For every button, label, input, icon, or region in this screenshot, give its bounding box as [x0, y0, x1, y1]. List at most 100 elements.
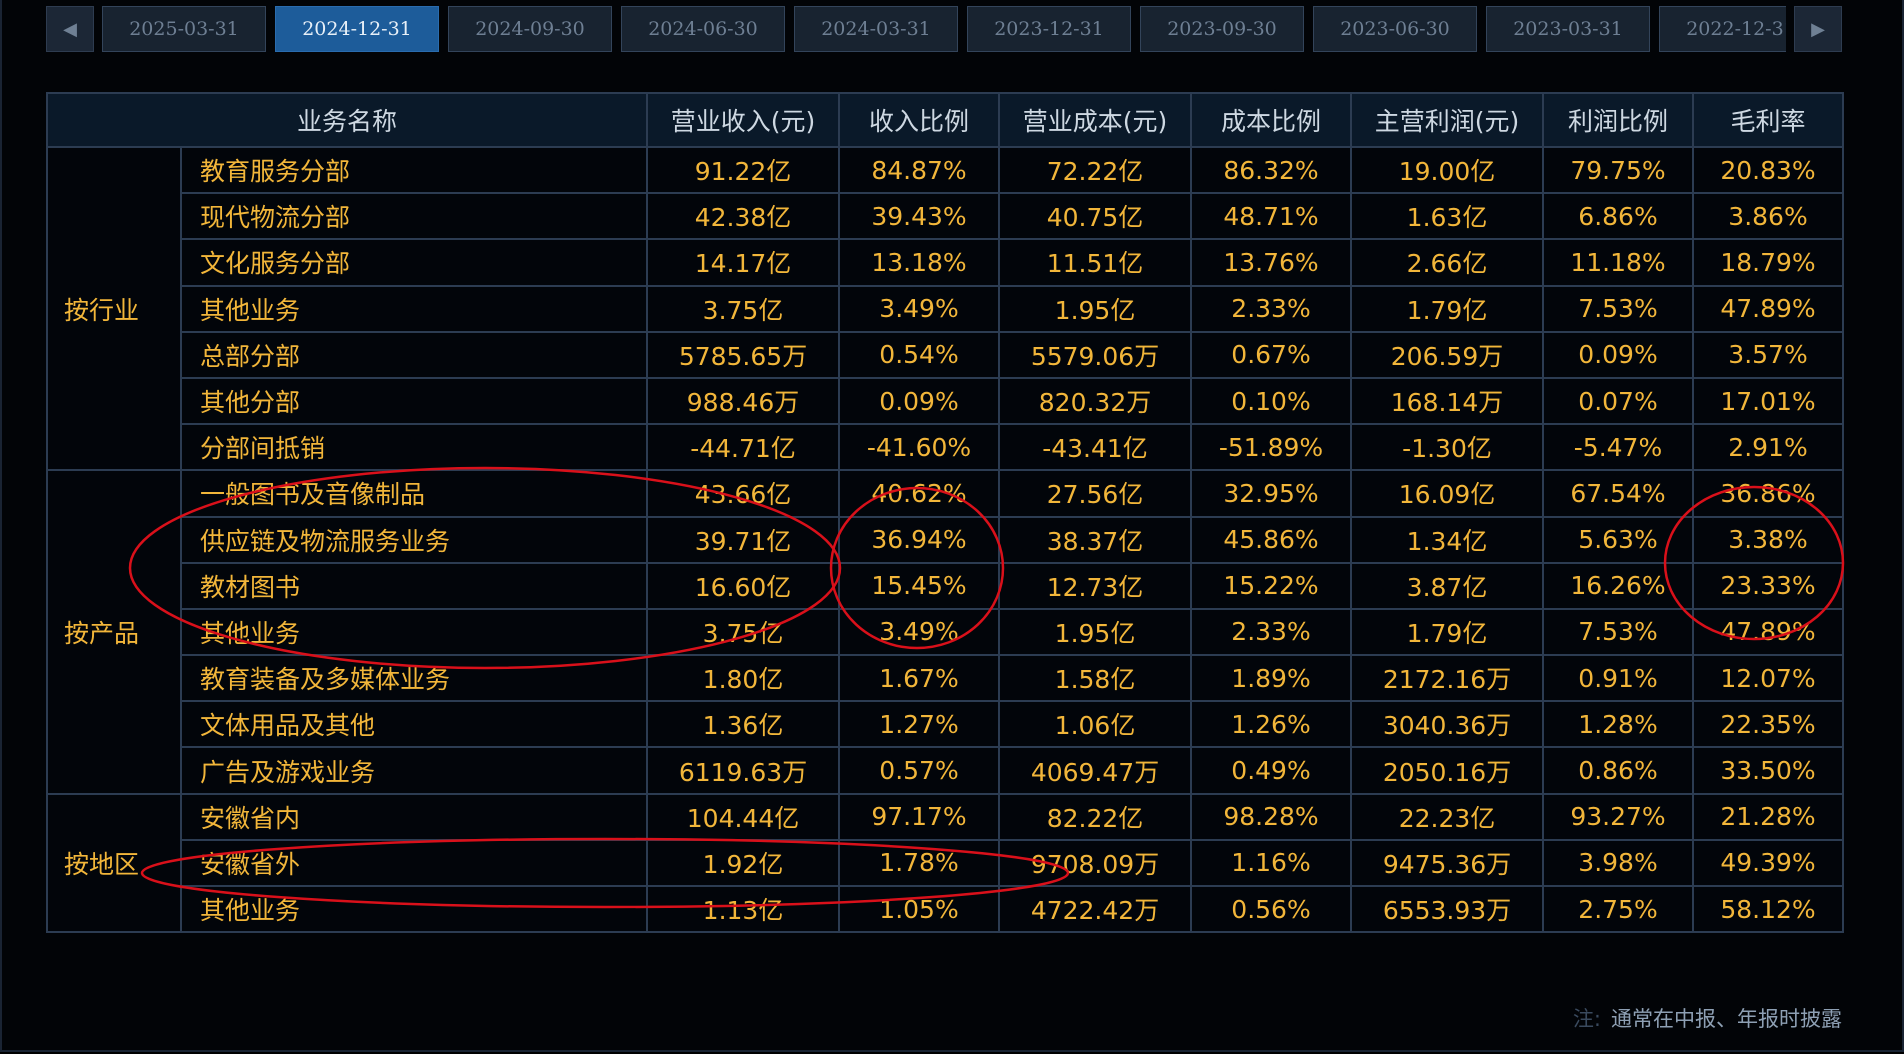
tab-date[interactable]: 2024-09-30: [448, 6, 612, 52]
business-name-cell: 总部分部: [179, 330, 649, 379]
value-cell: 6.86%: [1542, 192, 1695, 241]
value-cell: 32.95%: [1190, 469, 1353, 518]
value-cell: -5.47%: [1542, 423, 1695, 472]
value-cell: 47.89%: [1692, 607, 1845, 657]
value-cell: 1.27%: [838, 700, 1001, 749]
header-business-name: 业务名称: [45, 92, 649, 148]
value-cell: 820.32万: [998, 376, 1193, 426]
value-cell: 1.78%: [838, 838, 1001, 888]
header-cost-ratio: 成本比例: [1190, 92, 1353, 148]
value-cell: 0.91%: [1542, 654, 1695, 703]
note-text: 通常在中报、年报时披露: [1611, 1007, 1842, 1031]
business-name-cell: 其他业务: [179, 284, 649, 333]
business-name-cell: 教育服务分部: [179, 145, 649, 195]
value-cell: 3.87亿: [1350, 561, 1545, 610]
value-cell: -41.60%: [838, 423, 1001, 472]
value-cell: 0.09%: [1542, 330, 1695, 379]
value-cell: 5.63%: [1542, 515, 1695, 564]
business-name-cell: 现代物流分部: [179, 192, 649, 241]
value-cell: 3.98%: [1542, 838, 1695, 888]
tab-date[interactable]: 2024-03-31: [794, 6, 958, 52]
tab-date[interactable]: 2023-03-31: [1486, 6, 1650, 52]
tab-date[interactable]: 2022-12-31: [1659, 6, 1786, 52]
value-cell: 0.07%: [1542, 376, 1695, 426]
value-cell: 16.26%: [1542, 561, 1695, 610]
table-row: 安徽省外 1.92亿 1.78% 9708.09万 1.16% 9475.36万 3.98%…: [47, 838, 1845, 888]
tabs-prev-button[interactable]: ◀: [46, 6, 94, 52]
value-cell: 2.91%: [1692, 423, 1845, 472]
value-cell: 2050.16万: [1350, 746, 1545, 795]
value-cell: 40.75亿: [998, 192, 1193, 241]
tab-date[interactable]: 2024-12-31: [275, 6, 439, 52]
value-cell: 42.38亿: [646, 192, 841, 241]
tab-date[interactable]: 2025-03-31: [102, 6, 266, 52]
value-cell: 1.80亿: [646, 654, 841, 703]
header-revenue: 营业收入(元): [646, 92, 841, 148]
value-cell: 206.59万: [1350, 330, 1545, 379]
value-cell: 1.92亿: [646, 838, 841, 888]
value-cell: 5579.06万: [998, 330, 1193, 379]
business-name-cell: 安徽省外: [179, 838, 649, 888]
business-name-cell: 教育装备及多媒体业务: [179, 654, 649, 703]
table-row: 其他业务 3.75亿 3.49% 1.95亿 2.33% 1.79亿 7.53% 47.89%: [47, 607, 1845, 657]
tab-date[interactable]: 2023-12-31: [967, 6, 1131, 52]
value-cell: 17.01%: [1692, 376, 1845, 426]
value-cell: 22.35%: [1692, 700, 1845, 749]
value-cell: 48.71%: [1190, 192, 1353, 241]
table-row: 广告及游戏业务 6119.63万 0.57% 4069.47万 0.49% 2050.16…: [47, 746, 1845, 795]
table-row: 文体用品及其他 1.36亿 1.27% 1.06亿 1.26% 3040.36万 1.28%…: [47, 700, 1845, 749]
disclosure-note: 注: 通常在中报、年报时披露: [1573, 1003, 1842, 1033]
value-cell: 1.95亿: [998, 284, 1193, 333]
value-cell: 1.67%: [838, 654, 1001, 703]
value-cell: 7.53%: [1542, 284, 1695, 333]
business-name-cell: 分部间抵销: [179, 423, 649, 472]
value-cell: 40.62%: [838, 469, 1001, 518]
value-cell: 38.37亿: [998, 515, 1193, 564]
value-cell: 2.33%: [1190, 607, 1353, 657]
header-gross-margin: 毛利率: [1692, 92, 1845, 148]
value-cell: 0.10%: [1190, 376, 1353, 426]
value-cell: 3.57%: [1692, 330, 1845, 379]
value-cell: 19.00亿: [1350, 145, 1545, 195]
value-cell: 0.56%: [1190, 884, 1353, 934]
value-cell: 0.09%: [838, 376, 1001, 426]
business-name-cell: 其他分部: [179, 376, 649, 426]
tab-date[interactable]: 2024-06-30: [621, 6, 785, 52]
value-cell: 1.28%: [1542, 700, 1695, 749]
value-cell: 12.73亿: [998, 561, 1193, 610]
value-cell: 97.17%: [838, 792, 1001, 841]
business-name-cell: 文化服务分部: [179, 238, 649, 287]
chevron-right-icon: ▶: [1811, 18, 1825, 40]
value-cell: 49.39%: [1692, 838, 1845, 888]
business-name-cell: 一般图书及音像制品: [179, 469, 649, 518]
value-cell: 58.12%: [1692, 884, 1845, 934]
table-row: 其他业务 1.13亿 1.05% 4722.42万 0.56% 6553.93万 2.75%…: [47, 884, 1845, 934]
table-row: 文化服务分部 14.17亿 13.18% 11.51亿 13.76% 2.66亿 11.18…: [47, 238, 1845, 287]
value-cell: 21.28%: [1692, 792, 1845, 841]
value-cell: 13.76%: [1190, 238, 1353, 287]
value-cell: 43.66亿: [646, 469, 841, 518]
value-cell: 7.53%: [1542, 607, 1695, 657]
value-cell: 0.57%: [838, 746, 1001, 795]
value-cell: 16.09亿: [1350, 469, 1545, 518]
value-cell: -44.71亿: [646, 423, 841, 472]
date-tab-bar: ◀ 2025-03-31 2024-12-31 2024-09-30 2024-06-…: [46, 6, 1842, 52]
row-group-label: 按产品: [46, 469, 182, 795]
tab-date[interactable]: 2023-09-30: [1140, 6, 1304, 52]
value-cell: 5785.65万: [646, 330, 841, 379]
business-name-cell: 其他业务: [179, 607, 649, 657]
table-row: 现代物流分部 42.38亿 39.43% 40.75亿 48.71% 1.63亿 6.86%…: [47, 192, 1845, 241]
value-cell: 45.86%: [1190, 515, 1353, 564]
value-cell: 98.28%: [1190, 792, 1353, 841]
table-row: 总部分部 5785.65万 0.54% 5579.06万 0.67% 206.59万 0.0…: [47, 330, 1845, 379]
table-row: 按地区 安徽省内 104.44亿 97.17% 82.22亿 98.28% 22.23亿 93…: [46, 792, 1845, 934]
value-cell: 72.22亿: [998, 145, 1193, 195]
business-name-cell: 供应链及物流服务业务: [179, 515, 649, 564]
value-cell: -51.89%: [1190, 423, 1353, 472]
value-cell: 2.75%: [1542, 884, 1695, 934]
value-cell: 0.49%: [1190, 746, 1353, 795]
value-cell: 2.33%: [1190, 284, 1353, 333]
tab-date[interactable]: 2023-06-30: [1313, 6, 1477, 52]
tabs-next-button[interactable]: ▶: [1794, 6, 1842, 52]
value-cell: 3.75亿: [646, 284, 841, 333]
